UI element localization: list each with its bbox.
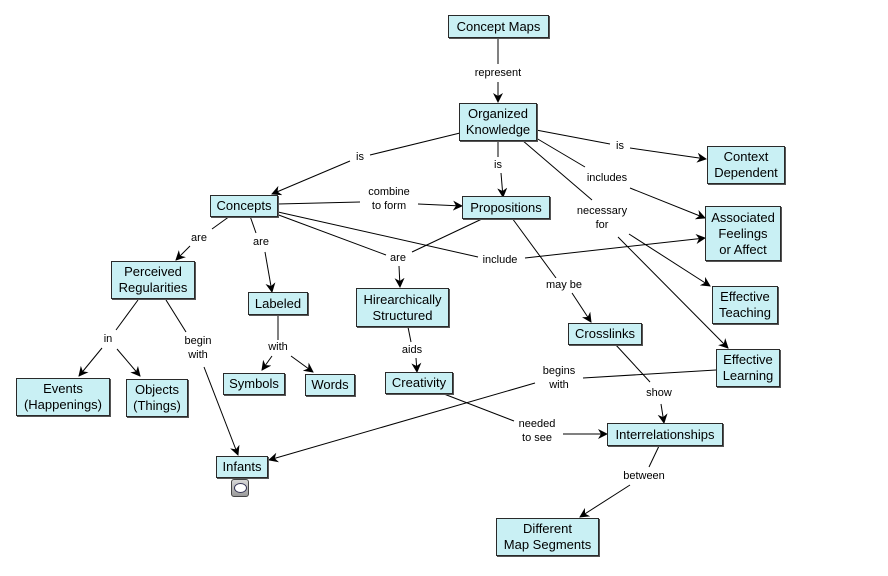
node-concepts[interactable]: Concepts bbox=[210, 195, 278, 217]
edge-is-concepts bbox=[271, 160, 351, 196]
edge-aids-creativity bbox=[411, 357, 422, 373]
link-is-propositions: is bbox=[492, 158, 504, 172]
link-represent: represent bbox=[472, 66, 524, 80]
edge-learning-beginswith bbox=[582, 369, 717, 379]
edge-is2-propositions bbox=[497, 172, 508, 198]
node-symbols[interactable]: Symbols bbox=[223, 373, 285, 395]
edge-org-is3 bbox=[535, 129, 611, 145]
link-begins-with: begins with bbox=[540, 364, 578, 392]
edge-between-segments bbox=[579, 484, 631, 518]
node-infants[interactable]: Infants bbox=[216, 456, 268, 478]
node-propositions[interactable]: Propositions bbox=[462, 196, 550, 219]
node-events[interactable]: Events (Happenings) bbox=[16, 378, 110, 416]
node-effective-teaching[interactable]: Effective Teaching bbox=[712, 286, 778, 324]
edge-propositions-are3 bbox=[411, 217, 485, 253]
edge-concepts-are2 bbox=[249, 215, 257, 234]
node-different-map-segments[interactable]: Different Map Segments bbox=[496, 518, 599, 556]
edge-maybe-crosslinks bbox=[571, 292, 592, 323]
node-creativity[interactable]: Creativity bbox=[385, 372, 453, 394]
node-labeled[interactable]: Labeled bbox=[248, 292, 308, 315]
node-concept-maps[interactable]: Concept Maps bbox=[448, 15, 549, 38]
link-between: between bbox=[621, 469, 667, 483]
comment-bubble-icon[interactable] bbox=[231, 479, 249, 497]
node-crosslinks[interactable]: Crosslinks bbox=[568, 323, 642, 345]
link-is-concepts: is bbox=[354, 150, 366, 164]
edge-concepts-are3 bbox=[275, 213, 387, 256]
node-interrelationships[interactable]: Interrelationships bbox=[607, 423, 723, 446]
edge-with-words bbox=[290, 355, 314, 373]
edge-is3-context bbox=[629, 147, 707, 163]
edge-creativity-needed bbox=[443, 393, 515, 422]
edge-concepts-combine bbox=[277, 201, 361, 205]
node-context-dependent[interactable]: Context Dependent bbox=[707, 146, 785, 184]
edge-perceived-beginwith bbox=[165, 299, 187, 333]
edge-combine-propositions bbox=[417, 200, 463, 211]
link-is-context: is bbox=[614, 139, 626, 153]
link-begin-with: begin with bbox=[182, 334, 214, 362]
link-include: include bbox=[480, 253, 520, 267]
link-aids: aids bbox=[399, 343, 425, 357]
link-includes: includes bbox=[584, 171, 630, 185]
node-perceived-regularities[interactable]: Perceived Regularities bbox=[111, 261, 195, 299]
node-organized-knowledge[interactable]: Organized Knowledge bbox=[459, 103, 537, 141]
edge-crosslinks-show bbox=[614, 343, 651, 383]
link-combine-to-form: combine to form bbox=[366, 185, 412, 213]
link-needed-to-see: needed to see bbox=[516, 417, 558, 445]
link-are-hierarchically: are bbox=[388, 251, 408, 265]
link-with: with bbox=[266, 340, 290, 354]
node-objects[interactable]: Objects (Things) bbox=[126, 379, 188, 417]
edge-with-symbols bbox=[261, 355, 273, 371]
edge-are3-hier bbox=[394, 265, 405, 288]
edge-org-necessary bbox=[521, 139, 593, 201]
edge-in-events bbox=[78, 347, 103, 377]
link-show: show bbox=[644, 386, 674, 400]
edge-are1-perceived bbox=[175, 245, 191, 261]
edge-org-includes bbox=[535, 137, 586, 168]
node-effective-learning[interactable]: Effective Learning bbox=[716, 349, 780, 387]
link-in: in bbox=[101, 332, 115, 346]
edge-are2-labeled bbox=[264, 251, 276, 293]
link-are-labeled: are bbox=[251, 235, 271, 249]
edge-include-assoc bbox=[524, 234, 706, 259]
edge-includes-assoc bbox=[629, 187, 706, 220]
edge-hier-aids bbox=[407, 326, 412, 343]
edge-org-is bbox=[369, 132, 461, 156]
link-necessary-for: necessary for bbox=[574, 204, 630, 232]
node-hierarchically-structured[interactable]: Hirearchically Structured bbox=[356, 288, 449, 327]
link-are-perceived: are bbox=[189, 231, 209, 245]
edge-propositions-maybe bbox=[511, 217, 557, 279]
link-may-be: may be bbox=[543, 278, 585, 292]
node-words[interactable]: Words bbox=[305, 374, 355, 396]
edge-show-interrel bbox=[657, 403, 668, 424]
edge-in-objects bbox=[116, 348, 141, 377]
node-associated-feelings[interactable]: Associated Feelings or Affect bbox=[705, 206, 781, 261]
edge-concepts-are1 bbox=[211, 215, 231, 230]
edge-perceived-in bbox=[115, 299, 139, 331]
edge-interrel-between bbox=[648, 445, 660, 468]
